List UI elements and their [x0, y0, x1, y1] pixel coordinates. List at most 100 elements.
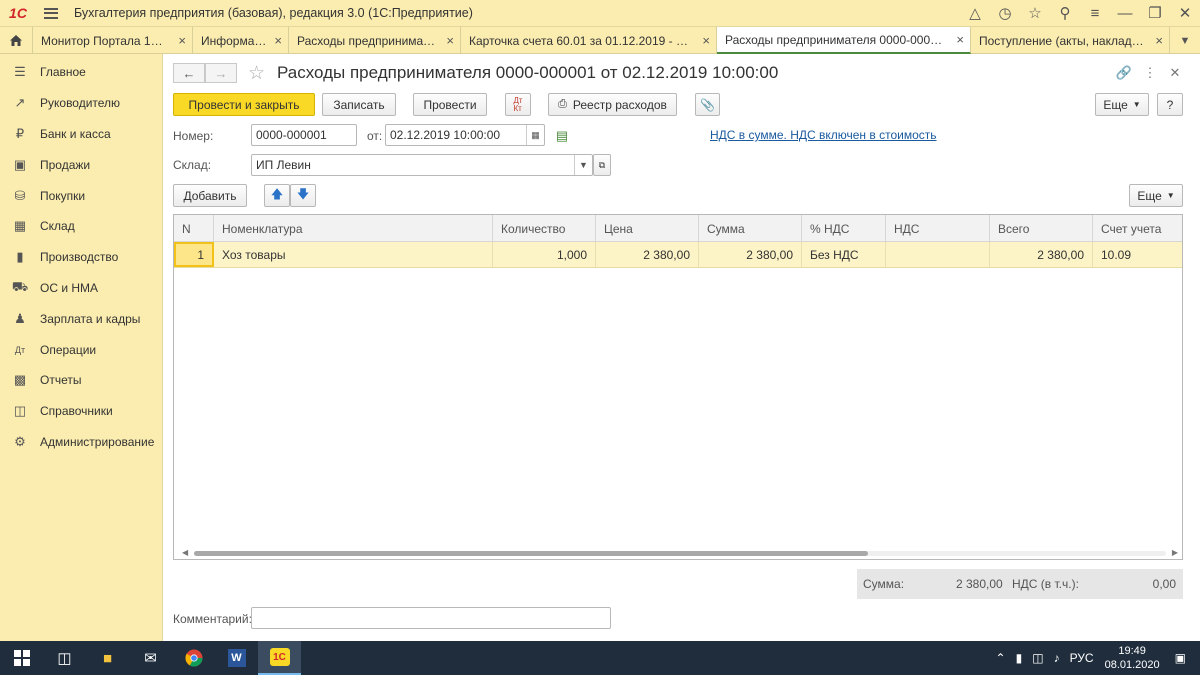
column-header[interactable]: Цена: [596, 215, 699, 242]
taskbar-explorer[interactable]: ■: [86, 641, 129, 675]
add-row-button[interactable]: Добавить: [173, 184, 247, 207]
settings-icon[interactable]: ≡: [1080, 0, 1110, 27]
tabs-dropdown-icon[interactable]: ▼: [1170, 27, 1200, 54]
quantity-cell[interactable]: 1,000: [493, 242, 596, 267]
volume-icon[interactable]: ♪: [1054, 651, 1060, 665]
history-icon[interactable]: ◷: [990, 0, 1020, 27]
network-icon[interactable]: ◫: [1032, 651, 1043, 665]
column-header[interactable]: N: [174, 215, 214, 242]
scroll-right-icon[interactable]: ▶: [1172, 548, 1178, 557]
amount-cell[interactable]: 2 380,00: [699, 242, 802, 267]
tab-expenses[interactable]: Расходы предпринимателя ×: [289, 27, 461, 54]
column-header[interactable]: Количество: [493, 215, 596, 242]
tab-expenses-doc[interactable]: Расходы предпринимателя 0000-000001... ×: [717, 27, 971, 54]
dt-kt-button[interactable]: Дт Кт: [505, 93, 531, 116]
warehouse-field[interactable]: ИП Левин ▼: [251, 154, 593, 176]
restore-icon[interactable]: ❐: [1140, 0, 1170, 27]
sidebar-item-warehouse[interactable]: ▦ Склад: [0, 211, 162, 242]
chevron-down-icon[interactable]: ▼: [574, 155, 592, 175]
search-icon[interactable]: ⚲: [1050, 0, 1080, 27]
close-form-icon[interactable]: ✕: [1165, 64, 1185, 82]
tab-receipts[interactable]: Поступление (акты, накладные) ×: [971, 27, 1170, 54]
close-tab-icon[interactable]: ×: [702, 33, 710, 48]
clock[interactable]: 19:49 08.01.2020: [1105, 644, 1160, 672]
close-tab-icon[interactable]: ×: [1155, 33, 1163, 48]
star-icon[interactable]: ☆: [1020, 0, 1050, 27]
save-button[interactable]: Записать: [322, 93, 396, 116]
notifications-icon[interactable]: ▣: [1175, 651, 1186, 665]
date-field[interactable]: 02.12.2019 10:00:00 ▦: [385, 124, 545, 146]
sidebar-item-purchases[interactable]: ⛁ Покупки: [0, 180, 162, 211]
vat-mode-link[interactable]: НДС в сумме. НДС включен в стоимость: [710, 128, 937, 142]
sidebar-item-salary[interactable]: ♟ Зарплата и кадры: [0, 303, 162, 334]
number-field[interactable]: 0000-000001: [251, 124, 357, 146]
close-tab-icon[interactable]: ×: [178, 33, 186, 48]
battery-icon[interactable]: ▮: [1016, 651, 1023, 665]
sidebar-item-operations[interactable]: Дт Операции: [0, 334, 162, 365]
attach-button[interactable]: 📎: [695, 93, 720, 116]
sidebar-item-bank[interactable]: ₽ Банк и касса: [0, 119, 162, 150]
post-button[interactable]: Провести: [413, 93, 487, 116]
column-header[interactable]: Сумма: [699, 215, 802, 242]
table-more-button[interactable]: Еще ▼: [1129, 184, 1183, 207]
price-cell[interactable]: 2 380,00: [596, 242, 699, 267]
minimize-icon[interactable]: —: [1110, 0, 1140, 27]
start-button[interactable]: [0, 641, 43, 675]
move-down-button[interactable]: 🡇: [290, 184, 316, 207]
open-warehouse-button[interactable]: ⧉: [593, 154, 611, 176]
item-cell[interactable]: Хоз товары: [214, 242, 493, 267]
sidebar-item-production[interactable]: ▮ Производство: [0, 242, 162, 273]
table-row[interactable]: 1 Хоз товары 1,000 2 380,00 2 380,00 Без…: [174, 242, 1182, 268]
column-header[interactable]: НДС: [886, 215, 990, 242]
vat-rate-cell[interactable]: Без НДС: [802, 242, 886, 267]
column-header[interactable]: Всего: [990, 215, 1093, 242]
sidebar-item-manager[interactable]: ↗ Руководителю: [0, 88, 162, 119]
more-button[interactable]: Еще ▼: [1095, 93, 1149, 116]
taskbar-1c[interactable]: 1С: [258, 641, 301, 675]
calendar-icon[interactable]: ▦: [526, 125, 544, 145]
task-view-button[interactable]: ◫: [43, 641, 86, 675]
close-tab-icon[interactable]: ×: [274, 33, 282, 48]
sidebar-item-fixed-assets[interactable]: ⛟ ОС и НМА: [0, 273, 162, 304]
bell-icon[interactable]: △: [960, 0, 990, 27]
taskbar-chrome[interactable]: [172, 641, 215, 675]
sidebar-item-reports[interactable]: ▩ Отчеты: [0, 365, 162, 396]
back-button[interactable]: ←: [173, 63, 205, 83]
move-up-button[interactable]: 🡅: [264, 184, 290, 207]
tab-account-card[interactable]: Карточка счета 60.01 за 01.12.2019 - 06.…: [461, 27, 717, 54]
expense-registry-button[interactable]: ⎙ Реестр расходов: [548, 93, 677, 116]
sidebar-item-main[interactable]: ☰ Главное: [0, 57, 162, 88]
scroll-left-icon[interactable]: ◀: [182, 548, 188, 557]
favorite-star-icon[interactable]: ☆: [248, 62, 265, 85]
close-tab-icon[interactable]: ×: [446, 33, 454, 48]
column-header[interactable]: Счет учета: [1093, 215, 1182, 242]
sidebar-item-admin[interactable]: ⚙ Администрирование: [0, 427, 162, 458]
tab-its-monitor[interactable]: Монитор Портала 1С:ИТС ×: [33, 27, 193, 54]
home-tab[interactable]: [0, 27, 33, 54]
forward-button[interactable]: →: [205, 63, 237, 83]
column-header[interactable]: % НДС: [802, 215, 886, 242]
close-icon[interactable]: ✕: [1170, 0, 1200, 27]
taskbar-word[interactable]: W: [215, 641, 258, 675]
more-vertical-icon[interactable]: ⋮: [1140, 64, 1160, 82]
account-cell[interactable]: 10.09: [1093, 242, 1182, 267]
total-cell[interactable]: 2 380,00: [990, 242, 1093, 267]
column-header[interactable]: Номенклатура: [214, 215, 493, 242]
tray-expand-icon[interactable]: ⌃: [996, 651, 1006, 665]
help-button[interactable]: ?: [1157, 93, 1183, 116]
close-tab-icon[interactable]: ×: [956, 32, 964, 47]
taskbar-mail[interactable]: ✉: [129, 641, 172, 675]
tab-info[interactable]: Информация ×: [193, 27, 289, 54]
scroll-thumb[interactable]: [194, 551, 868, 556]
horizontal-scrollbar[interactable]: ◀ ▶: [182, 548, 1178, 557]
comment-field[interactable]: [251, 607, 611, 629]
language-indicator[interactable]: РУС: [1070, 651, 1094, 665]
main-menu-button[interactable]: [36, 0, 66, 27]
post-and-close-button[interactable]: Провести и закрыть: [173, 93, 315, 116]
link-icon[interactable]: 🔗: [1114, 64, 1134, 82]
row-number-cell[interactable]: 1: [174, 242, 214, 267]
vat-cell[interactable]: [886, 242, 990, 267]
date-history-icon[interactable]: ▤: [552, 127, 572, 145]
sidebar-item-sales[interactable]: ▣ Продажи: [0, 149, 162, 180]
sidebar-item-references[interactable]: ◫ Справочники: [0, 396, 162, 427]
